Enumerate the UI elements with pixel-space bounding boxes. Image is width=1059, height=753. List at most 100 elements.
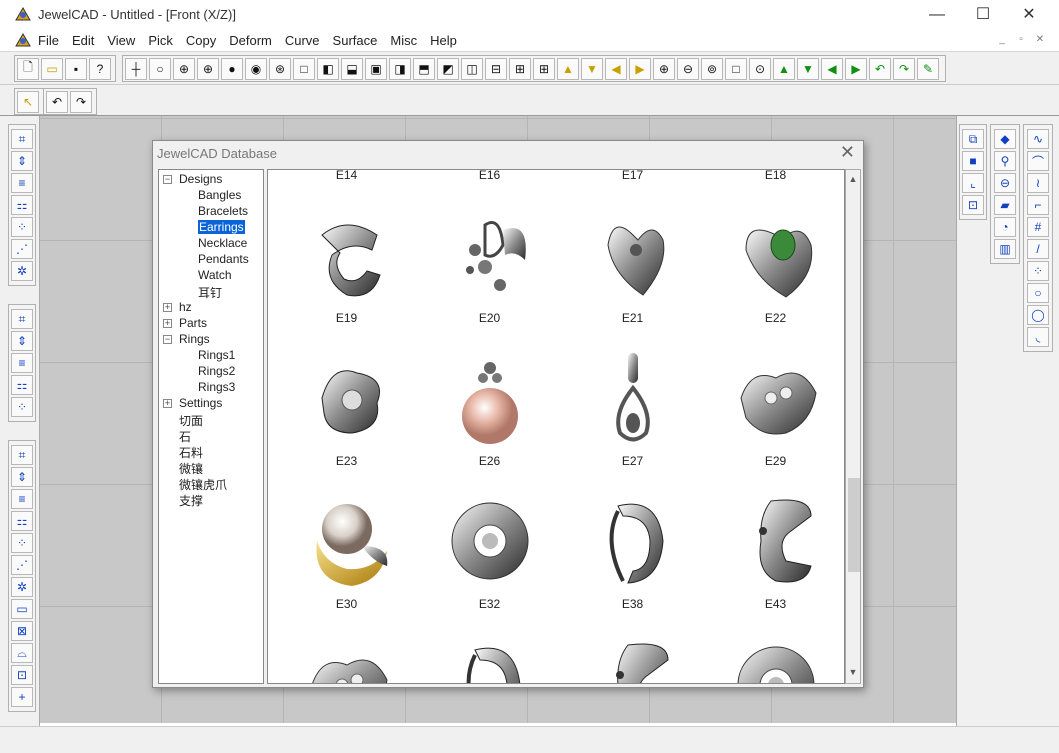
design-item-partial[interactable]	[704, 635, 844, 683]
tree-item[interactable]: Pendants	[198, 252, 249, 266]
scroll-up-button[interactable]: ▲	[846, 174, 860, 184]
menu-curve[interactable]: Curve	[285, 33, 320, 48]
design-item-e29[interactable]: E29	[704, 348, 844, 488]
zoom-box-icon[interactable]: □	[725, 57, 747, 80]
zoom-in-icon[interactable]: ⊕	[653, 57, 675, 80]
cone-solid-icon[interactable]: ⚏	[11, 511, 33, 531]
filled-circle-icon[interactable]: ●	[221, 57, 243, 80]
curve-arc-icon[interactable]: ⌒	[1027, 151, 1049, 171]
corner-tool-icon[interactable]: ⌞	[962, 173, 984, 193]
sphere-icon[interactable]: ◉	[245, 57, 267, 80]
copy-layer-icon[interactable]: ⧉	[962, 129, 984, 149]
design-item-e26[interactable]: E26	[418, 348, 561, 488]
green-up-icon[interactable]: ▲	[773, 57, 795, 80]
scroll-thumb[interactable]	[848, 478, 860, 572]
design-item-e23[interactable]: E23	[275, 348, 418, 488]
design-item-e19[interactable]: E19	[275, 205, 418, 345]
tree-expander-0[interactable]: −	[163, 175, 172, 184]
cone-outline-icon[interactable]: ⁘	[11, 533, 33, 553]
view-vsplit-icon[interactable]: ◫	[461, 57, 483, 80]
tree-item[interactable]: Earrings	[198, 220, 245, 234]
zoom-fit-icon[interactable]: ⊚	[701, 57, 723, 80]
design-item-e43[interactable]: E43	[704, 491, 844, 631]
menu-misc[interactable]: Misc	[390, 33, 417, 48]
mdi-close-button[interactable]: ✕	[1032, 34, 1048, 45]
infinity-tool-icon[interactable]: ⌓	[11, 643, 33, 663]
view-grid-icon[interactable]: ⊞	[533, 57, 555, 80]
tree-item[interactable]: Settings	[179, 396, 222, 410]
view-single-icon[interactable]: □	[293, 57, 315, 80]
dialog-close-button[interactable]: ✕	[840, 142, 855, 163]
arc-tool-icon[interactable]: ⌗	[11, 445, 33, 465]
view-center-icon[interactable]: ▣	[365, 57, 387, 80]
design-item-e20[interactable]: E20	[418, 205, 561, 345]
curve-s-icon[interactable]: ∿	[1027, 129, 1049, 149]
mdi-minimize-button[interactable]: _	[994, 34, 1010, 45]
maximize-button[interactable]: ☐	[960, 0, 1006, 30]
tree-expander-14[interactable]: +	[163, 399, 172, 408]
zoom-out-icon[interactable]: ⊖	[677, 57, 699, 80]
rotate-right-icon[interactable]: ↷	[893, 57, 915, 80]
view-quad-icon[interactable]: ⊞	[509, 57, 531, 80]
tree-item[interactable]: 微镶虎爪	[179, 476, 227, 493]
slant-filled-icon[interactable]: ▭	[11, 599, 33, 619]
new-file-icon[interactable]: 🗋	[17, 57, 39, 80]
view-right-icon[interactable]: ◨	[389, 57, 411, 80]
arc-open-icon[interactable]: ◟	[1027, 327, 1049, 347]
design-item-e27[interactable]: E27	[561, 348, 704, 488]
tree-item[interactable]: Watch	[198, 268, 232, 282]
green-down-icon[interactable]: ▼	[797, 57, 819, 80]
tree-item[interactable]: 耳钉	[198, 284, 222, 301]
tree-item[interactable]: Parts	[179, 316, 207, 330]
tree-item[interactable]: 石料	[179, 444, 203, 461]
save-disk-icon[interactable]: ▪	[65, 57, 87, 80]
menu-view[interactable]: View	[107, 33, 135, 48]
crosshair-icon[interactable]: ┼	[125, 57, 147, 80]
circle-large-icon[interactable]: ◯	[1027, 305, 1049, 325]
gem-tool-icon[interactable]: ◆	[994, 129, 1016, 149]
select-arrow-icon[interactable]: ↖	[17, 90, 39, 113]
globe-grid-icon[interactable]: ⊕	[197, 57, 219, 80]
wave-tool-icon[interactable]: ⊡	[11, 665, 33, 685]
close-button[interactable]: ✕	[1006, 0, 1052, 30]
help-pointer-icon[interactable]: ?	[89, 57, 111, 80]
open-folder-icon[interactable]: ▭	[41, 57, 63, 80]
curve-nodes-icon[interactable]: ⁘	[1027, 261, 1049, 281]
rotate-left-icon[interactable]: ↶	[869, 57, 891, 80]
curve-step-icon[interactable]: ⌐	[1027, 195, 1049, 215]
design-item-e30[interactable]: E30	[275, 491, 418, 631]
green-right-icon[interactable]: ▶	[845, 57, 867, 80]
extrude-tool-icon[interactable]: ▰	[994, 195, 1016, 215]
circle-icon[interactable]: ○	[149, 57, 171, 80]
minimize-button[interactable]: —	[914, 0, 960, 30]
tree-item[interactable]: Rings	[179, 332, 210, 346]
zoom-all-icon[interactable]: ⊙	[749, 57, 771, 80]
tree-expander-10[interactable]: −	[163, 335, 172, 344]
tree-item[interactable]: 支撑	[179, 492, 203, 509]
mdi-restore-button[interactable]: ▫	[1013, 34, 1029, 45]
box-select-icon[interactable]: ⇕	[11, 331, 33, 351]
lathe-tool-icon[interactable]: ⊖	[994, 173, 1016, 193]
curve-wave-icon[interactable]: ≀	[1027, 173, 1049, 193]
cone-filled-icon[interactable]: ⋰	[11, 555, 33, 575]
transform-tool-icon[interactable]: ⚏	[11, 195, 33, 215]
scale-tool-icon[interactable]: ⚏	[11, 375, 33, 395]
scroll-down-button[interactable]: ▼	[846, 667, 860, 677]
bars-tool-icon[interactable]: ▥	[994, 239, 1016, 259]
tree-item[interactable]: Bangles	[198, 188, 241, 202]
align-tool-icon[interactable]: ≡	[11, 173, 33, 193]
bulb-tool-icon[interactable]: ⚲	[994, 151, 1016, 171]
view-split-b-icon[interactable]: ◩	[437, 57, 459, 80]
add-point-icon[interactable]: ⁘	[11, 397, 33, 417]
design-item-partial[interactable]	[561, 635, 704, 683]
tree-item[interactable]: Rings3	[198, 380, 235, 394]
star-tool-icon[interactable]: ✲	[11, 261, 33, 281]
menu-surface[interactable]: Surface	[333, 33, 378, 48]
green-left-icon[interactable]: ◀	[821, 57, 843, 80]
redo-icon[interactable]: ↷	[70, 90, 92, 113]
sweep-tool-icon[interactable]: ◔	[994, 217, 1016, 237]
tree-item[interactable]: hz	[179, 300, 192, 314]
pick-points-icon[interactable]: ⌗	[11, 129, 33, 149]
array-tool-icon[interactable]: ⁘	[11, 217, 33, 237]
axis-tool-icon[interactable]: +	[11, 687, 33, 707]
